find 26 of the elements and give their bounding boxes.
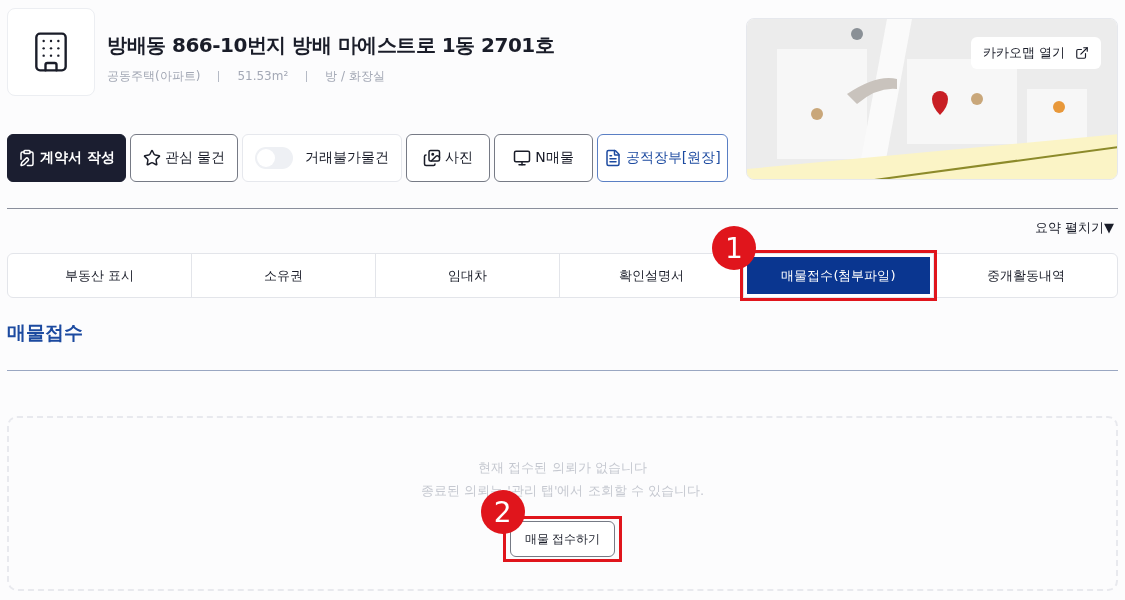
listing-icon [513, 149, 532, 167]
action-button[interactable]: 공적장부[원장] [596, 134, 728, 182]
section-title: 매물접수 [7, 320, 84, 345]
open-map-button[interactable]: 카카오맵 열기 [970, 37, 1101, 69]
tab[interactable]: 소유권 [192, 254, 375, 297]
callout-badge: 1 [712, 226, 756, 270]
tab[interactable]: 부동산 표시 [8, 254, 191, 297]
external-link-icon [1075, 46, 1089, 60]
action-button[interactable]: 사진 [406, 134, 491, 182]
photo-icon [423, 149, 442, 167]
action-button[interactable]: N매물 [494, 134, 593, 182]
document-icon [603, 149, 622, 167]
toggle-button[interactable]: 거래불가물건 [242, 134, 403, 182]
favorite-icon [142, 149, 161, 167]
property-meta: 51.53m² [218, 71, 289, 82]
contract-icon [18, 149, 36, 167]
property-title: 방배동 866-10번지 방배 마에스트로 1동 2701호 [107, 32, 555, 59]
property-meta: 방 / 화장실 [306, 71, 385, 82]
property-meta: 공동주택(아파트) [107, 71, 201, 82]
tab[interactable]: 임대차 [376, 254, 559, 297]
summary-toggle[interactable]: 요약 펼치기▼ [1030, 219, 1118, 237]
add-listing-button[interactable]: 매물 접수하기 [509, 521, 616, 557]
action-button[interactable]: 계약서 작성 [7, 134, 126, 182]
tab[interactable]: 중개활동내역 [934, 254, 1117, 297]
action-button[interactable]: 관심 물건 [129, 134, 239, 182]
tab[interactable]: 매물접수(첨부파일) [747, 257, 930, 294]
